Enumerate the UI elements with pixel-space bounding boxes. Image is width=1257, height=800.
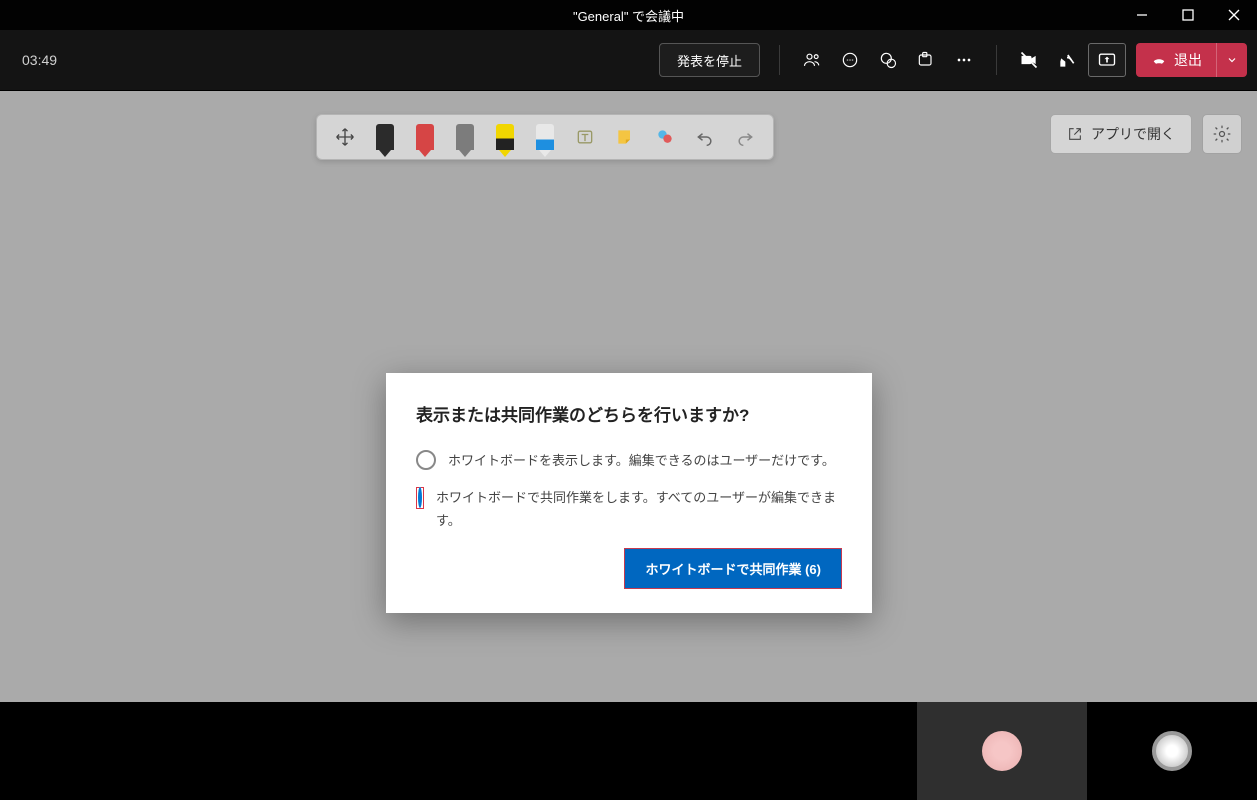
option-present-label: ホワイトボードを表示します。編集できるのはユーザーだけです。: [448, 450, 842, 473]
open-in-app-label: アプリで開く: [1091, 124, 1175, 144]
move-tool-icon[interactable]: [325, 117, 365, 157]
leave-button[interactable]: 退出: [1136, 43, 1247, 77]
window-title: "General" で会議中: [573, 6, 684, 25]
shapes-tool-icon[interactable]: [645, 117, 685, 157]
whiteboard-stage: アプリで開く 1 2 表示または共同作業のどちらを行いますか? ホワイトボードを…: [0, 91, 1257, 702]
stop-presenting-button[interactable]: 発表を停止: [659, 43, 760, 77]
separator: [779, 45, 780, 75]
participant-tile[interactable]: [1087, 702, 1257, 800]
participants-strip: [0, 702, 1257, 800]
whiteboard-settings-icon[interactable]: [1202, 114, 1242, 154]
text-tool-icon[interactable]: [565, 117, 605, 157]
leave-caret[interactable]: [1217, 43, 1247, 77]
leave-label: 退出: [1174, 50, 1202, 70]
minimize-button[interactable]: [1119, 0, 1165, 30]
stop-presenting-label: 発表を停止: [677, 51, 742, 70]
collaborate-confirm-label: ホワイトボードで共同作業 (6): [645, 562, 821, 577]
close-button[interactable]: [1211, 0, 1257, 30]
sticky-note-icon[interactable]: [605, 117, 645, 157]
option-collaborate[interactable]: ホワイトボードで共同作業をします。すべてのユーザーが編集できます。: [416, 487, 842, 533]
collaborate-confirm-button[interactable]: ホワイトボードで共同作業 (6): [624, 548, 842, 589]
reactions-icon[interactable]: [869, 50, 907, 70]
leave-button-main[interactable]: 退出: [1136, 43, 1217, 77]
avatar: [982, 731, 1022, 771]
rooms-icon[interactable]: [907, 50, 945, 70]
camera-off-icon[interactable]: [1010, 50, 1048, 70]
share-screen-button[interactable]: [1088, 43, 1126, 77]
meeting-controls-bar: 03:49 発表を停止 退出: [0, 30, 1257, 91]
eraser-icon[interactable]: [525, 117, 565, 157]
separator: [996, 45, 997, 75]
radio-collaborate[interactable]: [418, 487, 422, 508]
option-collab-label: ホワイトボードで共同作業をします。すべてのユーザーが編集できます。: [436, 487, 842, 533]
pen-red-icon[interactable]: [405, 117, 445, 157]
window-controls: [1119, 0, 1257, 30]
window-titlebar: "General" で会議中: [0, 0, 1257, 30]
participant-tile[interactable]: [917, 702, 1087, 800]
highlighter-icon[interactable]: [485, 117, 525, 157]
mic-muted-icon[interactable]: [1048, 50, 1086, 70]
chat-icon[interactable]: [831, 50, 869, 70]
participants-icon[interactable]: [793, 50, 831, 70]
whiteboard-toolbar: [316, 114, 774, 160]
pen-black-icon[interactable]: [365, 117, 405, 157]
redo-icon[interactable]: [725, 117, 765, 157]
maximize-button[interactable]: [1165, 0, 1211, 30]
open-in-app-button[interactable]: アプリで開く: [1050, 114, 1192, 154]
avatar: [1152, 731, 1192, 771]
whiteboard-share-dialog: 表示または共同作業のどちらを行いますか? ホワイトボードを表示します。編集できる…: [386, 373, 872, 613]
undo-icon[interactable]: [685, 117, 725, 157]
dialog-heading: 表示または共同作業のどちらを行いますか?: [416, 401, 842, 426]
radio-present-only[interactable]: [416, 450, 436, 470]
more-actions-icon[interactable]: [945, 50, 983, 70]
meeting-timer: 03:49: [22, 52, 57, 68]
pen-gray-icon[interactable]: [445, 117, 485, 157]
option-present-only[interactable]: ホワイトボードを表示します。編集できるのはユーザーだけです。: [416, 450, 842, 473]
